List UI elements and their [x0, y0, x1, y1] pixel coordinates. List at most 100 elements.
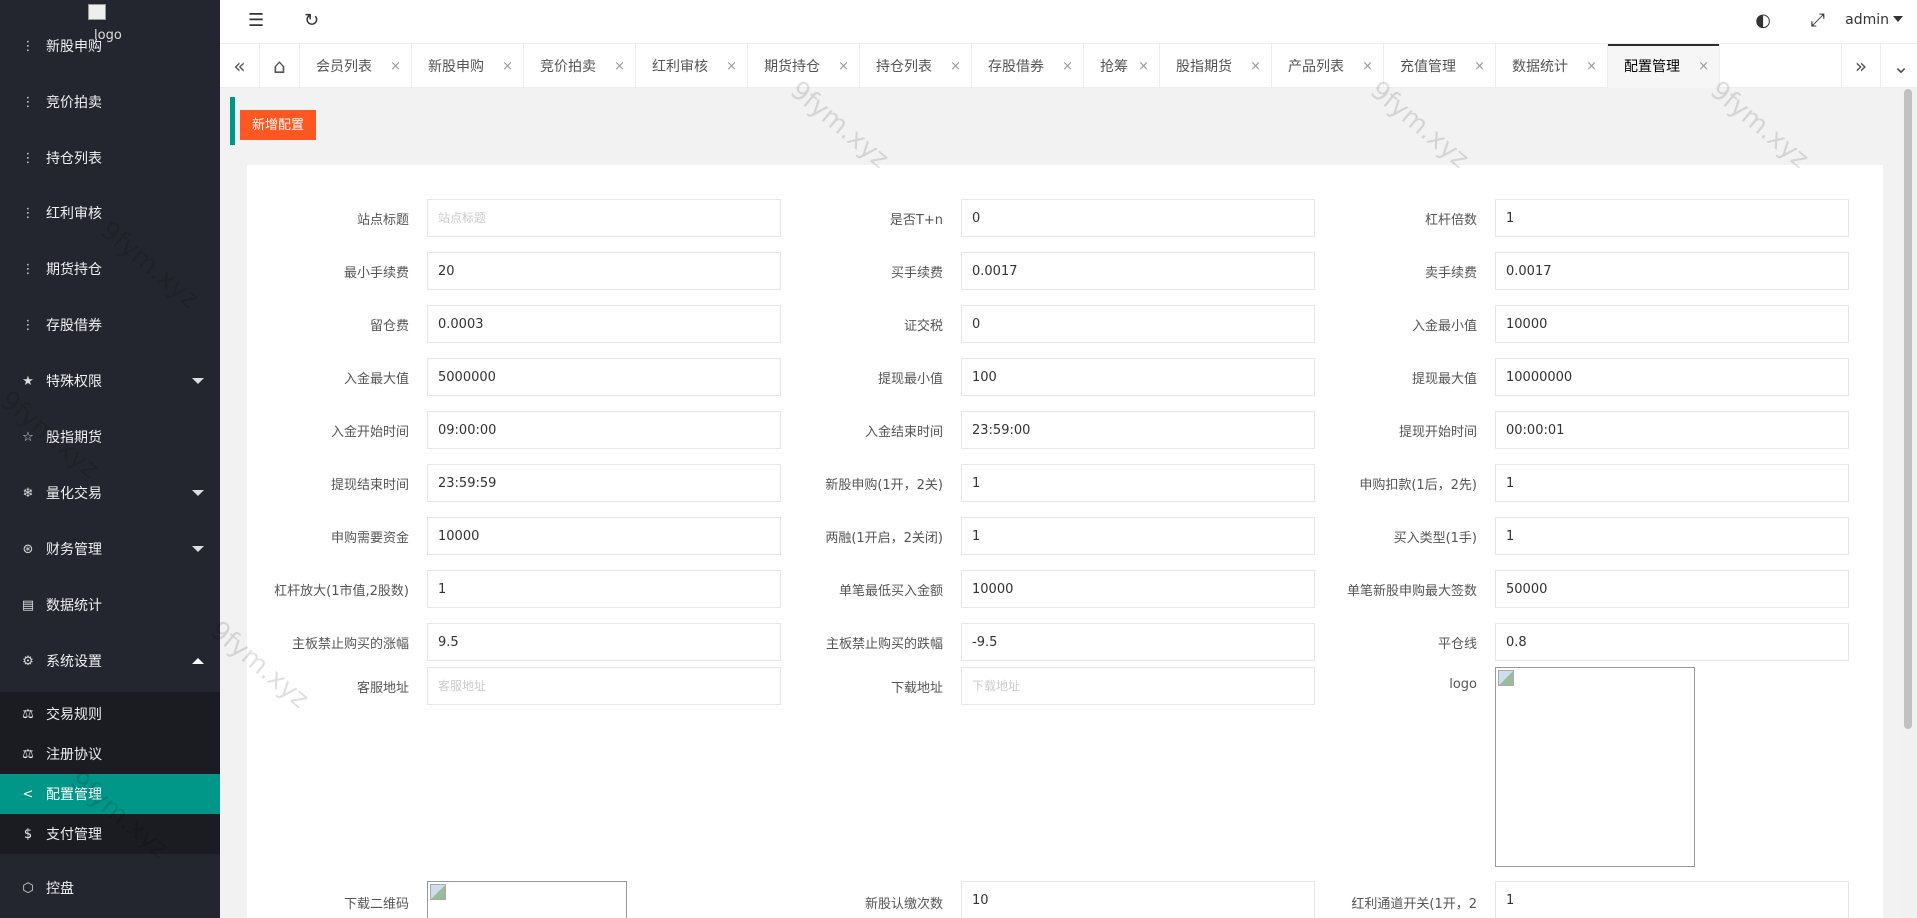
- field-label: 买手续费: [890, 266, 943, 281]
- field-label: 入金开始时间: [330, 425, 409, 440]
- sidebar-item-config-management[interactable]: < 配置管理: [0, 774, 220, 814]
- close-icon[interactable]: ×: [502, 59, 513, 74]
- field-input[interactable]: [427, 199, 781, 237]
- field-input[interactable]: [1495, 570, 1849, 608]
- sidebar-item-label: 支付管理: [46, 827, 102, 843]
- tab-rush[interactable]: 抢筹 ×: [1084, 44, 1160, 88]
- tab-members[interactable]: 会员列表 ×: [300, 44, 412, 88]
- tab-stock-lending[interactable]: 存股借券 ×: [972, 44, 1084, 88]
- form-row: 最小手续费 买手续费 卖手续费: [247, 252, 1883, 290]
- form-field: 单笔最低买入金额: [781, 570, 1315, 608]
- close-icon[interactable]: ×: [726, 59, 737, 74]
- sidebar-item-label: 红利审核: [46, 206, 102, 222]
- close-icon[interactable]: ×: [1698, 59, 1709, 74]
- close-icon[interactable]: ×: [950, 59, 961, 74]
- tab-scroll-right-icon[interactable]: »: [1841, 44, 1881, 88]
- service-url-input[interactable]: [427, 667, 781, 705]
- share-icon: <: [22, 786, 34, 802]
- field-input[interactable]: [427, 252, 781, 290]
- field-input[interactable]: [961, 358, 1315, 396]
- sidebar-item-positions[interactable]: ⋮ 持仓列表: [0, 130, 220, 186]
- field-input[interactable]: [427, 517, 781, 555]
- tab-recharge[interactable]: 充值管理 ×: [1384, 44, 1496, 88]
- refresh-icon[interactable]: ↻: [304, 10, 319, 31]
- tab-statistics[interactable]: 数据统计 ×: [1496, 44, 1608, 88]
- field-input[interactable]: [961, 252, 1315, 290]
- sidebar-item-special-permissions[interactable]: ★ 特殊权限: [0, 353, 220, 409]
- field-input[interactable]: [427, 570, 781, 608]
- field-input[interactable]: [1495, 411, 1849, 449]
- sidebar-item-trading-rules[interactable]: ⚖ 交易规则: [0, 694, 220, 734]
- field-input[interactable]: [1495, 305, 1849, 343]
- tab-config[interactable]: 配置管理 ×: [1608, 44, 1720, 88]
- fullscreen-icon[interactable]: ⤢: [1811, 10, 1825, 31]
- close-icon[interactable]: ×: [1250, 59, 1261, 74]
- scrollbar-thumb[interactable]: [1904, 89, 1912, 729]
- tab-ipo[interactable]: 新股申购 ×: [412, 44, 524, 88]
- tab-menu-chevron-icon[interactable]: ⌄: [1881, 44, 1917, 88]
- field-input[interactable]: [427, 305, 781, 343]
- field-input[interactable]: [961, 199, 1315, 237]
- field-input[interactable]: [1495, 252, 1849, 290]
- close-icon[interactable]: ×: [1474, 59, 1485, 74]
- theme-icon[interactable]: ◐: [1755, 10, 1771, 31]
- add-config-button[interactable]: 新增配置: [240, 110, 317, 140]
- sidebar-item-registration-agreement[interactable]: ⚖ 注册协议: [0, 734, 220, 774]
- field-label: 新股申购(1开，2关): [825, 478, 943, 493]
- sidebar-item-dividend[interactable]: ⋮ 红利审核: [0, 185, 220, 241]
- close-icon[interactable]: ×: [1138, 59, 1149, 74]
- tab-scroll-left-icon[interactable]: «: [220, 44, 260, 88]
- field-input[interactable]: [1495, 517, 1849, 555]
- user-menu[interactable]: admin: [1845, 12, 1903, 28]
- menu-toggle-icon[interactable]: ☰: [248, 10, 264, 31]
- field-label: 申购需要资金: [330, 531, 409, 546]
- tab-futures-positions[interactable]: 期货持仓 ×: [748, 44, 860, 88]
- scrollbar[interactable]: [1900, 89, 1917, 918]
- home-icon[interactable]: ⌂: [260, 44, 300, 88]
- tab-index-futures[interactable]: 股指期货 ×: [1160, 44, 1272, 88]
- field-input[interactable]: [961, 464, 1315, 502]
- dividend-switch-input[interactable]: [1495, 881, 1849, 918]
- sidebar-item-ipo[interactable]: ⋮ 新股申购: [0, 18, 220, 74]
- tab-dividend[interactable]: 红利审核 ×: [636, 44, 748, 88]
- field-input[interactable]: [961, 305, 1315, 343]
- close-icon[interactable]: ×: [1586, 59, 1597, 74]
- field-input[interactable]: [427, 623, 781, 661]
- sidebar-item-stock-lending[interactable]: ⋮ 存股借券: [0, 297, 220, 353]
- tab-products[interactable]: 产品列表 ×: [1272, 44, 1384, 88]
- field-input[interactable]: [1495, 358, 1849, 396]
- field-input[interactable]: [427, 411, 781, 449]
- tab-auction[interactable]: 竞价拍卖 ×: [524, 44, 636, 88]
- sidebar-item-market-control[interactable]: ⬡ 控盘: [0, 860, 220, 916]
- close-icon[interactable]: ×: [614, 59, 625, 74]
- field-input[interactable]: [961, 623, 1315, 661]
- field-input[interactable]: [961, 517, 1315, 555]
- close-icon[interactable]: ×: [1062, 59, 1073, 74]
- sidebar-item-system-settings[interactable]: ⚙ 系统设置: [0, 633, 220, 689]
- form-field: 红利通道开关(1开，2: [1315, 881, 1849, 918]
- sidebar-item-statistics[interactable]: ▤ 数据统计: [0, 577, 220, 633]
- logo-upload-image[interactable]: [1495, 667, 1695, 867]
- field-input[interactable]: [427, 358, 781, 396]
- download-url-input[interactable]: [961, 667, 1315, 705]
- field-input[interactable]: [1495, 464, 1849, 502]
- tab-positions[interactable]: 持仓列表 ×: [860, 44, 972, 88]
- sidebar-item-label: 竞价拍卖: [46, 95, 102, 111]
- close-icon[interactable]: ×: [838, 59, 849, 74]
- close-icon[interactable]: ×: [390, 59, 401, 74]
- sidebar-item-index-futures[interactable]: ☆ 股指期货: [0, 409, 220, 465]
- close-icon[interactable]: ×: [1362, 59, 1373, 74]
- form-field: 买手续费: [781, 252, 1315, 290]
- ipo-count-input[interactable]: [961, 881, 1315, 918]
- field-input[interactable]: [961, 411, 1315, 449]
- sidebar-item-payment-management[interactable]: $ 支付管理: [0, 814, 220, 854]
- field-input[interactable]: [427, 464, 781, 502]
- sidebar-item-quant-trading[interactable]: ❄ 量化交易: [0, 465, 220, 521]
- sidebar-item-auction[interactable]: ⋮ 竞价拍卖: [0, 74, 220, 130]
- field-input[interactable]: [961, 570, 1315, 608]
- sidebar-item-finance[interactable]: ⊛ 财务管理: [0, 521, 220, 577]
- qr-code-upload-image[interactable]: [427, 881, 627, 918]
- sidebar-item-futures-positions[interactable]: ⋮ 期货持仓: [0, 241, 220, 297]
- field-input[interactable]: [1495, 623, 1849, 661]
- field-input[interactable]: [1495, 199, 1849, 237]
